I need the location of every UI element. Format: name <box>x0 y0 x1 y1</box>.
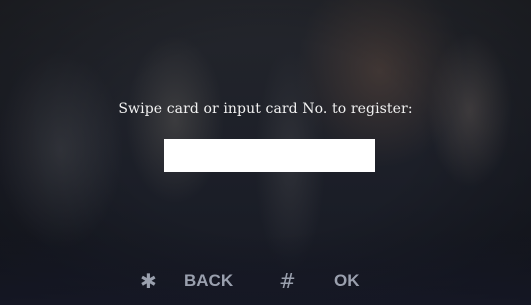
back-button[interactable]: BACK <box>184 268 233 294</box>
ok-button[interactable]: OK <box>334 268 360 294</box>
card-number-input[interactable] <box>164 139 375 172</box>
asterisk-icon[interactable]: ✱ <box>140 268 157 294</box>
register-prompt: Swipe card or input card No. to register… <box>118 101 413 117</box>
hash-icon[interactable]: # <box>279 268 296 294</box>
register-card-screen: Swipe card or input card No. to register… <box>0 0 531 305</box>
softkey-bar: ✱ BACK # OK <box>0 268 531 294</box>
